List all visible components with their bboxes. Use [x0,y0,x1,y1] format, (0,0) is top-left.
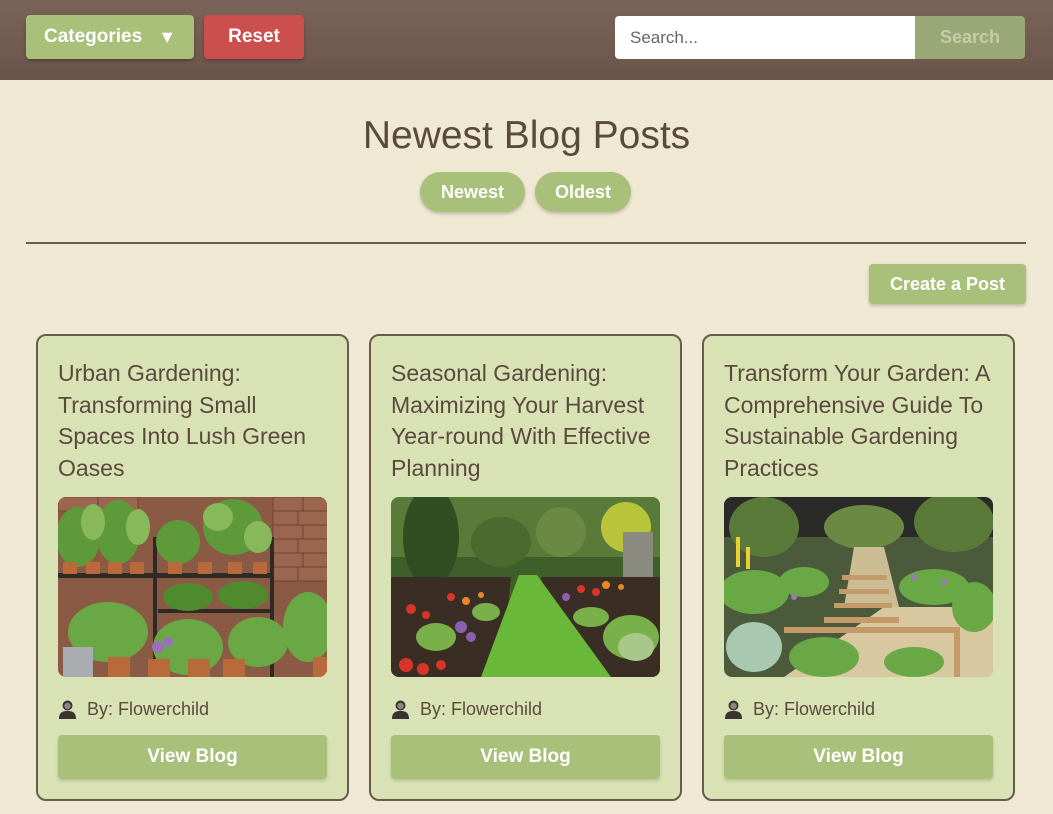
blog-card-title: Seasonal Gardening: Maximizing Your Harv… [391,360,651,481]
user-icon [725,700,742,719]
sort-oldest-button[interactable]: Oldest [535,172,631,212]
view-blog-button[interactable]: View Blog [391,735,660,779]
urban-vertical-garden-image [58,497,327,677]
view-blog-button[interactable]: View Blog [724,735,993,779]
terraced-garden-image [724,497,993,677]
search-button[interactable]: Search [915,16,1025,59]
blog-card-image [391,497,660,677]
blog-card: Seasonal Gardening: Maximizing Your Harv… [369,334,682,801]
blog-card-title: Urban Gardening: Transforming Small Spac… [58,360,307,481]
author-name: By: Flowerchild [753,698,876,719]
blog-card: Transform Your Garden: A Comprehensive G… [702,334,1015,801]
user-icon [392,700,409,719]
blog-card-author: By: Flowerchild [391,698,542,720]
dropdown-arrow-icon: ▼ [158,26,177,47]
reset-button[interactable]: Reset [204,15,304,59]
blog-card-title: Transform Your Garden: A Comprehensive G… [724,360,990,481]
blog-card: Urban Gardening: Transforming Small Spac… [36,334,349,801]
sort-newest-button[interactable]: Newest [420,172,525,212]
view-blog-button[interactable]: View Blog [58,735,327,779]
author-name: By: Flowerchild [87,698,210,719]
top-bar: Categories ▼ Reset Search [0,0,1053,80]
create-post-button[interactable]: Create a Post [869,264,1026,304]
author-name: By: Flowerchild [420,698,543,719]
blog-card-author: By: Flowerchild [724,698,875,720]
categories-label: Categories [43,26,143,47]
blog-card-image [724,497,993,677]
search-input[interactable] [615,16,915,59]
garden-path-image [391,497,660,677]
user-icon [59,700,76,719]
categories-dropdown-button[interactable]: Categories ▼ [26,15,194,59]
divider [26,242,1026,244]
page-title: Newest Blog Posts [362,114,691,157]
blog-card-author: By: Flowerchild [58,698,209,720]
blog-card-image [58,497,327,677]
